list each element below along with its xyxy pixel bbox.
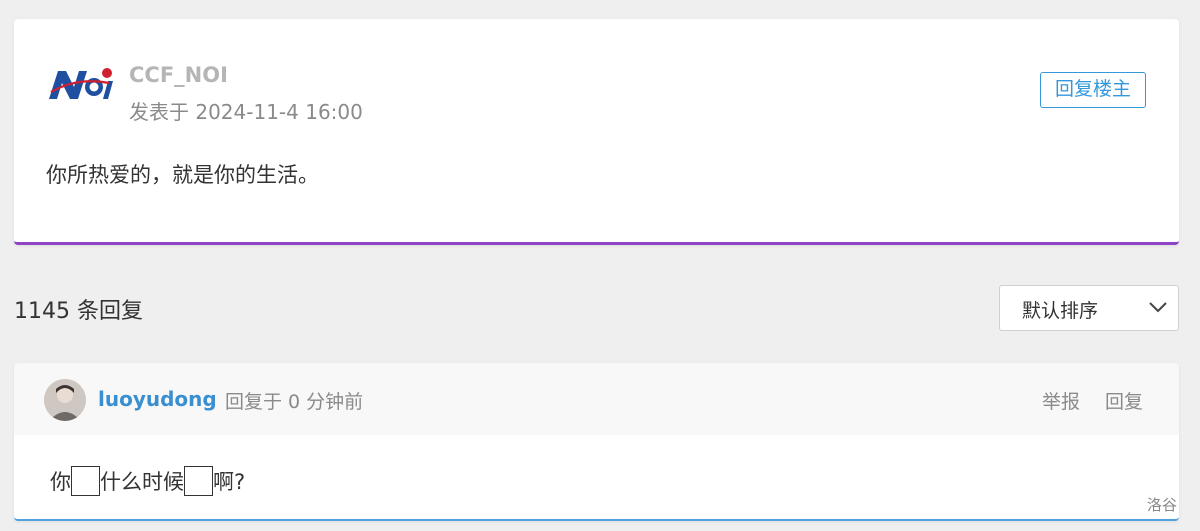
chevron-down-icon <box>1149 302 1167 313</box>
watermark: 洛谷 <box>1147 496 1178 514</box>
reply-header: luoyudong 回复于 0 分钟前 举报 回复 <box>14 363 1179 435</box>
report-button[interactable]: 举报 <box>1042 387 1080 414</box>
reply-content: 你 什么时候 啊? <box>50 465 245 497</box>
post-timestamp: 发表于 2024-11-4 16:00 <box>129 100 363 124</box>
avatar-image-icon <box>44 379 86 421</box>
reply-card: luoyudong 回复于 0 分钟前 举报 回复 你 什么时候 啊? <box>14 363 1179 521</box>
reply-button[interactable]: 回复 <box>1105 387 1143 414</box>
noi-logo-icon <box>49 68 113 99</box>
reply-text-part: 你 <box>50 470 71 494</box>
reply-op-button[interactable]: 回复楼主 <box>1040 72 1146 108</box>
censored-char-box <box>184 466 213 496</box>
reply-username[interactable]: luoyudong <box>98 387 217 411</box>
reply-count: 1145 条回复 <box>14 299 143 324</box>
reply-text-part: 啊? <box>213 470 246 494</box>
post-author-name[interactable]: CCF_NOI <box>129 63 228 87</box>
sort-dropdown[interactable]: 默认排序 <box>999 285 1179 331</box>
avatar[interactable] <box>44 379 86 421</box>
post-content: 你所热爱的，就是你的生活。 <box>46 163 319 187</box>
reply-timestamp: 回复于 0 分钟前 <box>225 391 364 413</box>
sort-selected-value: 默认排序 <box>1022 300 1099 322</box>
original-post-card: CCF_NOI 发表于 2024-11-4 16:00 回复楼主 你所热爱的，就… <box>14 19 1179 245</box>
reply-text-part: 什么时候 <box>100 470 184 494</box>
censored-char-box <box>71 466 100 496</box>
noi-logo <box>47 65 113 103</box>
